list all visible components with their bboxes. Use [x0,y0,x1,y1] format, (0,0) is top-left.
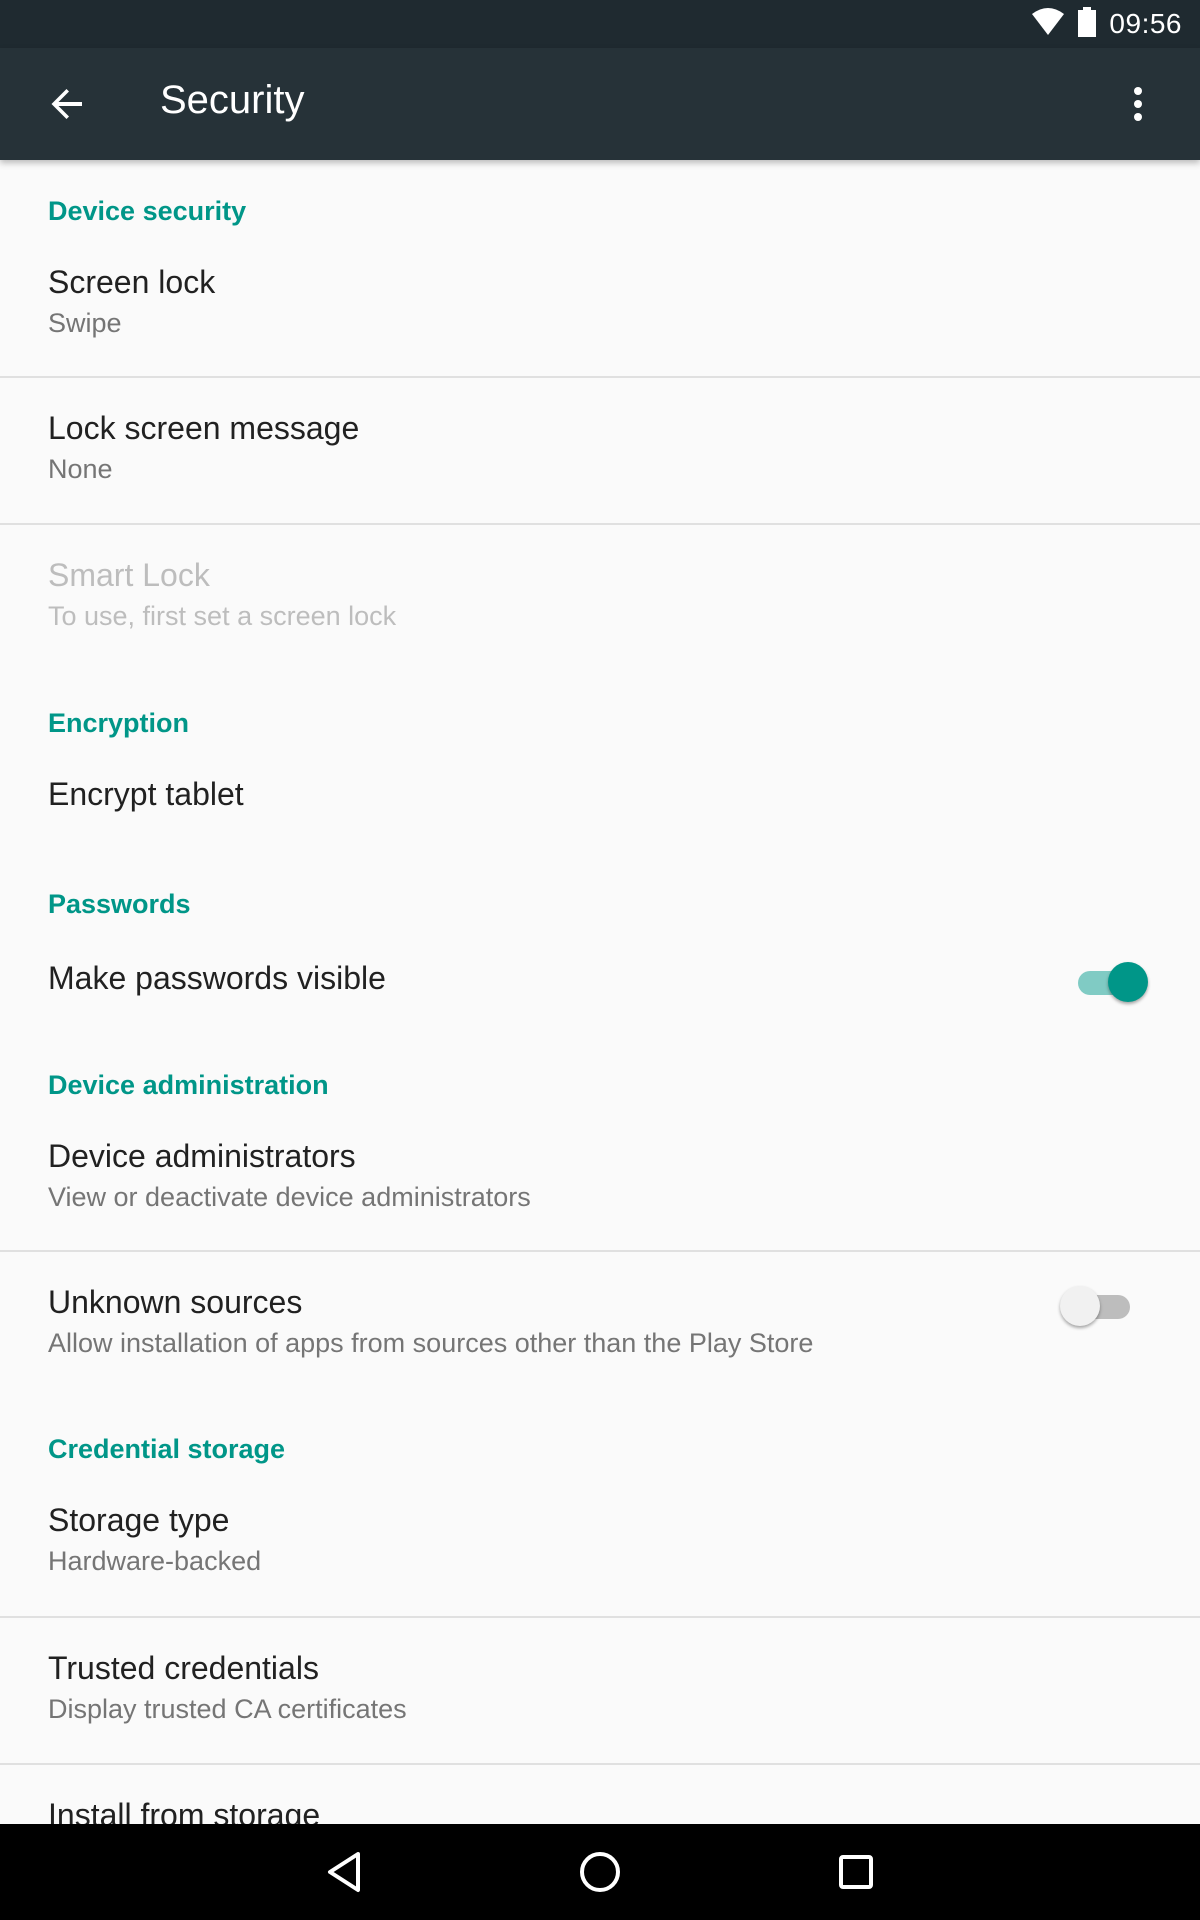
pref-summary: Hardware-backed [48,1546,262,1576]
wifi-icon [1031,7,1065,41]
pref-unknown-sources[interactable]: Unknown sources Allow installation of ap… [0,1252,1200,1402]
switch-thumb [1108,962,1148,1002]
pref-encrypt-tablet[interactable]: Encrypt tablet [0,760,1200,870]
pref-title: Screen lock [48,264,216,300]
app-bar: Security [0,48,1200,160]
page-title: Security [160,78,305,122]
switch-thumb [1060,1286,1100,1326]
pref-summary: Display trusted CA certificates [48,1694,407,1724]
pref-title: Make passwords visible [48,960,386,996]
pref-install-from-storage[interactable]: Install from storage [0,1765,1200,1824]
pref-title: Trusted credentials [48,1650,319,1686]
passwords-visible-switch[interactable] [1068,958,1148,1006]
more-vert-icon[interactable] [1110,76,1166,132]
pref-title: Install from storage [48,1797,321,1824]
section-header-device-administration: Device administration [48,1070,329,1100]
pref-title: Encrypt tablet [48,776,244,812]
pref-title: Smart Lock [48,557,210,593]
pref-title: Unknown sources [48,1284,303,1320]
home-circle-icon[interactable] [570,1842,630,1902]
section-header-credential-storage: Credential storage [48,1434,286,1464]
settings-list[interactable]: Device security Screen lock Swipe Lock s… [0,160,1200,1824]
pref-screen-lock[interactable]: Screen lock Swipe [0,248,1200,378]
pref-make-passwords-visible[interactable]: Make passwords visible [0,940,1200,1050]
section-header-passwords: Passwords [48,889,191,919]
arrow-back-icon[interactable] [40,76,96,132]
pref-title: Lock screen message [48,410,360,446]
pref-title: Device administrators [48,1138,356,1174]
navigation-bar [0,1824,1200,1920]
back-triangle-icon[interactable] [314,1842,374,1902]
pref-title: Storage type [48,1502,230,1538]
battery-icon [1077,6,1097,42]
pref-device-administrators[interactable]: Device administrators View or deactivate… [0,1122,1200,1252]
pref-storage-type[interactable]: Storage type Hardware-backed [0,1486,1200,1616]
pref-summary: Swipe [48,308,122,338]
pref-trusted-credentials[interactable]: Trusted credentials Display trusted CA c… [0,1618,1200,1764]
section-header-encryption: Encryption [48,708,190,738]
pref-lock-screen-message[interactable]: Lock screen message None [0,378,1200,524]
section-header-device-security: Device security [48,196,247,226]
pref-summary: To use, first set a screen lock [48,601,397,631]
pref-summary: None [48,454,113,484]
unknown-sources-switch[interactable] [1060,1282,1140,1330]
status-time: 09:56 [1109,8,1182,39]
status-bar: 09:56 [0,0,1200,48]
recents-square-icon[interactable] [826,1842,886,1902]
pref-summary: View or deactivate device administrators [48,1182,531,1212]
pref-smart-lock: Smart Lock To use, first set a screen lo… [0,525,1200,655]
pref-summary: Allow installation of apps from sources … [48,1328,814,1358]
